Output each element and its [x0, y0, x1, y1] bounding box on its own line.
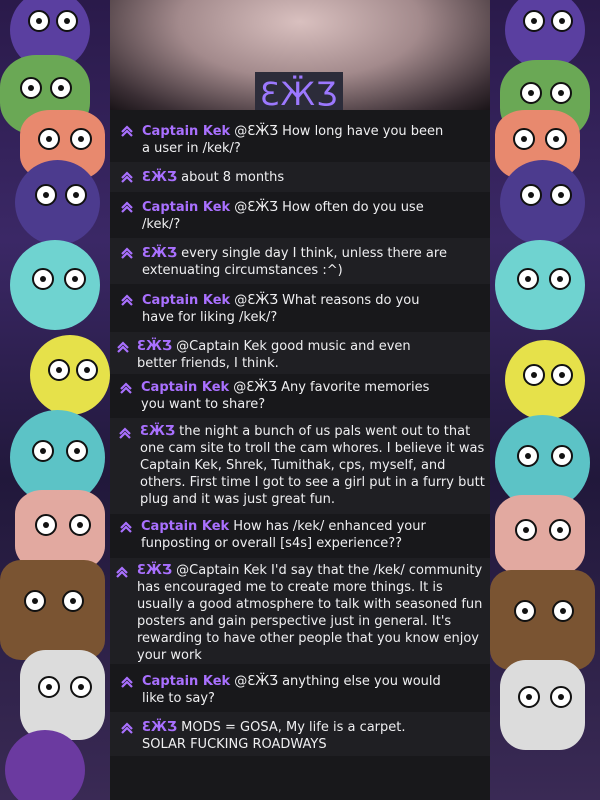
message-text: about 8 months	[181, 170, 285, 185]
username[interactable]: ƐӜƷ	[137, 563, 172, 578]
right-decoration-strip	[490, 0, 600, 800]
username[interactable]: Captain Kek	[142, 200, 230, 215]
chat-message: Captain Kek @ƐӜƷ Any favorite memories y…	[110, 374, 490, 416]
mascot-cyan-3	[495, 240, 585, 330]
username[interactable]: ƐӜƷ	[140, 424, 175, 439]
chat-message: ƐӜƷ @Captain Kek I'd say that the /kek/ …	[110, 558, 490, 664]
mascot-cyan-1	[10, 240, 100, 330]
mascot-pink-2	[495, 495, 585, 575]
mascot-purple-5	[500, 160, 585, 245]
chevron-up-badge-icon	[118, 426, 132, 440]
chevron-up-badge-icon	[115, 565, 129, 579]
mascot-purple-2	[15, 160, 100, 245]
chevron-up-badge-icon	[116, 340, 130, 354]
username[interactable]: Captain Kek	[142, 124, 230, 139]
username[interactable]: ƐӜƷ	[142, 720, 177, 735]
chat-message: Captain Kek @ƐӜƷ How often do you use /k…	[110, 192, 490, 236]
mascot-yellow-1	[30, 335, 110, 415]
chevron-up-badge-icon	[120, 293, 134, 307]
chevron-up-badge-icon	[120, 124, 134, 138]
message-text: MODS = GOSA, My life is a carpet. SOLAR …	[142, 720, 406, 752]
chat-message: Captain Kek @ƐӜƷ How long have you been …	[110, 118, 490, 162]
mascot-yellow-2	[505, 340, 585, 420]
message-text: @Captain Kek good music and even better …	[137, 339, 411, 371]
username[interactable]: Captain Kek	[142, 674, 230, 689]
chat-message: Captain Kek How has /kek/ enhanced your …	[110, 514, 490, 556]
username[interactable]: Captain Kek	[141, 380, 229, 395]
chat-message: Captain Kek @ƐӜƷ What reasons do you hav…	[110, 286, 490, 330]
chevron-up-badge-icon	[119, 381, 133, 395]
mascot-brown-1	[0, 560, 105, 660]
mascot-white-1	[20, 650, 105, 740]
chevron-up-badge-icon	[120, 721, 134, 735]
mascot-pink-1	[15, 490, 105, 570]
chat-message: ƐӜƷ about 8 months	[110, 162, 490, 192]
username[interactable]: Captain Kek	[142, 293, 230, 308]
username[interactable]: ƐӜƷ	[137, 339, 172, 354]
mascot-brown-2	[490, 570, 595, 670]
message-text: @Captain Kek I'd say that the /kek/ comm…	[137, 563, 483, 663]
chevron-up-badge-icon	[120, 170, 134, 184]
message-text: every single day I think, unless there a…	[142, 246, 447, 278]
mascot-white-2	[500, 660, 585, 750]
chat-message: ƐӜƷ the night a bunch of us pals went ou…	[110, 418, 490, 514]
message-text: the night a bunch of us pals went out to…	[140, 424, 485, 507]
chevron-up-badge-icon	[119, 520, 133, 534]
username[interactable]: Captain Kek	[141, 519, 229, 534]
chat-message: ƐӜƷ @Captain Kek good music and even bet…	[110, 332, 490, 374]
username[interactable]: ƐӜƷ	[142, 246, 177, 261]
chevron-up-badge-icon	[120, 675, 134, 689]
chevron-up-badge-icon	[120, 246, 134, 260]
chevron-up-badge-icon	[120, 200, 134, 214]
mascot-purple-3	[5, 730, 85, 800]
chat-message: ƐӜƷ MODS = GOSA, My life is a carpet. SO…	[110, 712, 490, 756]
username[interactable]: ƐӜƷ	[142, 170, 177, 185]
chat-message: Captain Kek @ƐӜƷ anything else you would…	[110, 666, 490, 710]
left-decoration-strip	[0, 0, 110, 800]
chat-message: ƐӜƷ every single day I think, unless the…	[110, 238, 490, 284]
